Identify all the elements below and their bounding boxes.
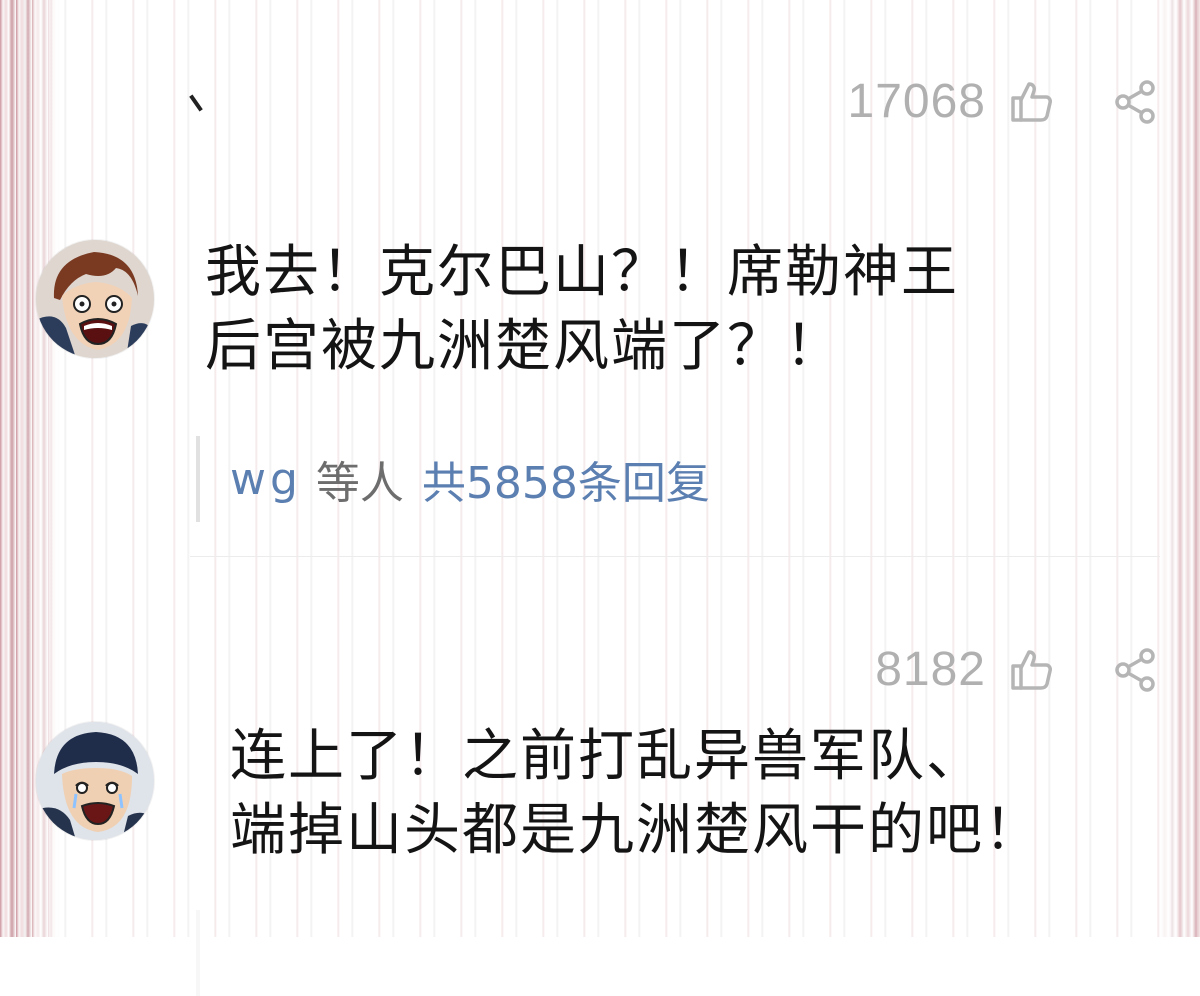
thumbs-up-icon[interactable] <box>1006 77 1056 127</box>
comment-item: 8182 连上了！之前打乱异兽军队、 端掉山头都是九洲楚风干的吧！ <box>0 560 1200 996</box>
comment-text: 连上了！之前打乱异兽军队、 端掉山头都是九洲楚风干的吧！ <box>230 724 1042 863</box>
comment-divider <box>190 556 1160 557</box>
stray-mark <box>189 94 203 112</box>
avatar-shocked-character-icon <box>36 240 154 358</box>
comment-item: 17068 我去！克尔巴山？！席勒神王 后宫被九洲楚风端了？！ wg 等人 共5… <box>0 0 1200 560</box>
comment-stats: 17068 <box>848 74 1160 129</box>
comment-stats: 8182 <box>875 642 1160 697</box>
replies-summary[interactable] <box>196 910 262 996</box>
replies-summary[interactable]: wg 等人 共5858条回复 <box>196 436 710 522</box>
share-icon[interactable] <box>1110 77 1160 127</box>
comment-text: 我去！克尔巴山？！席勒神王 后宫被九洲楚风端了？！ <box>205 240 959 379</box>
reply-usernames[interactable]: wg <box>230 454 302 505</box>
avatar[interactable] <box>36 240 154 358</box>
thumbs-up-icon[interactable] <box>1006 645 1056 695</box>
reply-count-link[interactable]: 共5858条回复 <box>422 447 710 511</box>
share-icon[interactable] <box>1110 645 1160 695</box>
reply-others-label: 等人 <box>315 458 404 509</box>
avatar-crying-character-icon <box>36 722 154 840</box>
like-count: 8182 <box>875 643 986 696</box>
like-count: 17068 <box>847 75 986 128</box>
avatar[interactable] <box>36 722 154 840</box>
